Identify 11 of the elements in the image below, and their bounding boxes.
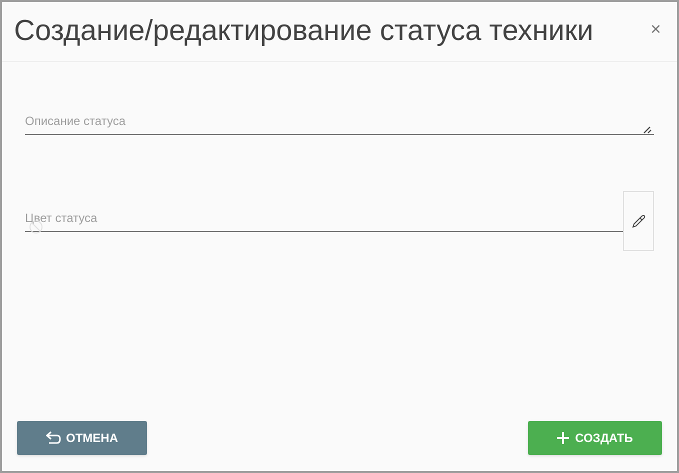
create-button[interactable]: СОЗДАТЬ — [528, 421, 662, 455]
undo-icon — [46, 431, 62, 445]
eyedropper-icon — [631, 214, 646, 228]
resize-handle-icon — [643, 126, 652, 134]
close-button[interactable]: × — [650, 20, 661, 38]
description-field[interactable]: Описание статуса — [25, 108, 654, 135]
cancel-button[interactable]: ОТМЕНА — [17, 421, 147, 455]
color-field[interactable]: Цвет статуса — [25, 191, 623, 232]
plus-icon — [557, 432, 570, 444]
color-picker-button[interactable] — [623, 191, 654, 251]
dialog-title: Создание/редактирование статуса техники — [14, 14, 594, 49]
